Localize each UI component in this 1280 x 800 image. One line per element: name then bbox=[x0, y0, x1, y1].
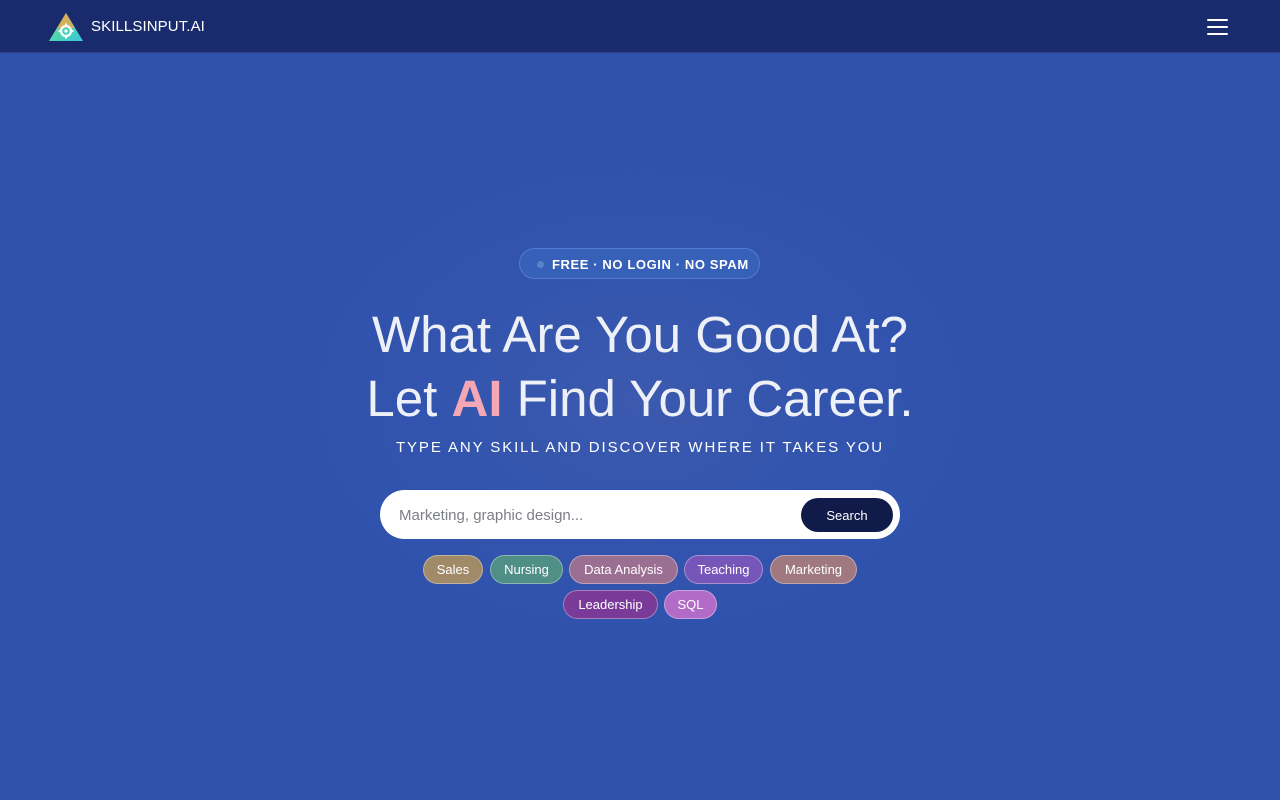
chip-sales[interactable]: Sales bbox=[423, 555, 483, 584]
dot-icon bbox=[537, 261, 544, 268]
headline-suffix: Find Your Career. bbox=[516, 370, 914, 427]
headline-prefix: Let bbox=[366, 370, 438, 427]
hero-subline: TYPE ANY SKILL AND DISCOVER WHERE IT TAK… bbox=[395, 439, 885, 456]
top-navbar: SKILLSINPUT.AI bbox=[0, 0, 1280, 53]
headline-line-1: What Are You Good At? bbox=[372, 306, 908, 363]
hero-badge: FREE · NO LOGIN · NO SPAM bbox=[519, 248, 760, 279]
badge-text: FREE · NO LOGIN · NO SPAM bbox=[552, 257, 749, 272]
chip-teaching[interactable]: Teaching bbox=[684, 555, 763, 584]
brand-name[interactable]: SKILLSINPUT.AI bbox=[91, 18, 205, 35]
headline-highlight-ai: AI bbox=[451, 370, 503, 427]
chip-marketing[interactable]: Marketing bbox=[770, 555, 857, 584]
chip-data-analysis[interactable]: Data Analysis bbox=[569, 555, 678, 584]
chip-sql[interactable]: SQL bbox=[664, 590, 717, 619]
triangle-gear-logo-icon[interactable] bbox=[48, 12, 84, 42]
hero-headline: What Are You Good At? Let AI Find Your C… bbox=[240, 303, 1040, 431]
skill-search-bar: Search bbox=[380, 490, 900, 539]
chip-leadership[interactable]: Leadership bbox=[563, 590, 658, 619]
headline-line-2: Let AI Find Your Career. bbox=[240, 367, 1040, 431]
chip-nursing[interactable]: Nursing bbox=[490, 555, 563, 584]
search-button[interactable]: Search bbox=[801, 498, 893, 532]
skill-search-input[interactable] bbox=[399, 503, 789, 527]
hamburger-menu-icon[interactable] bbox=[1202, 14, 1232, 40]
